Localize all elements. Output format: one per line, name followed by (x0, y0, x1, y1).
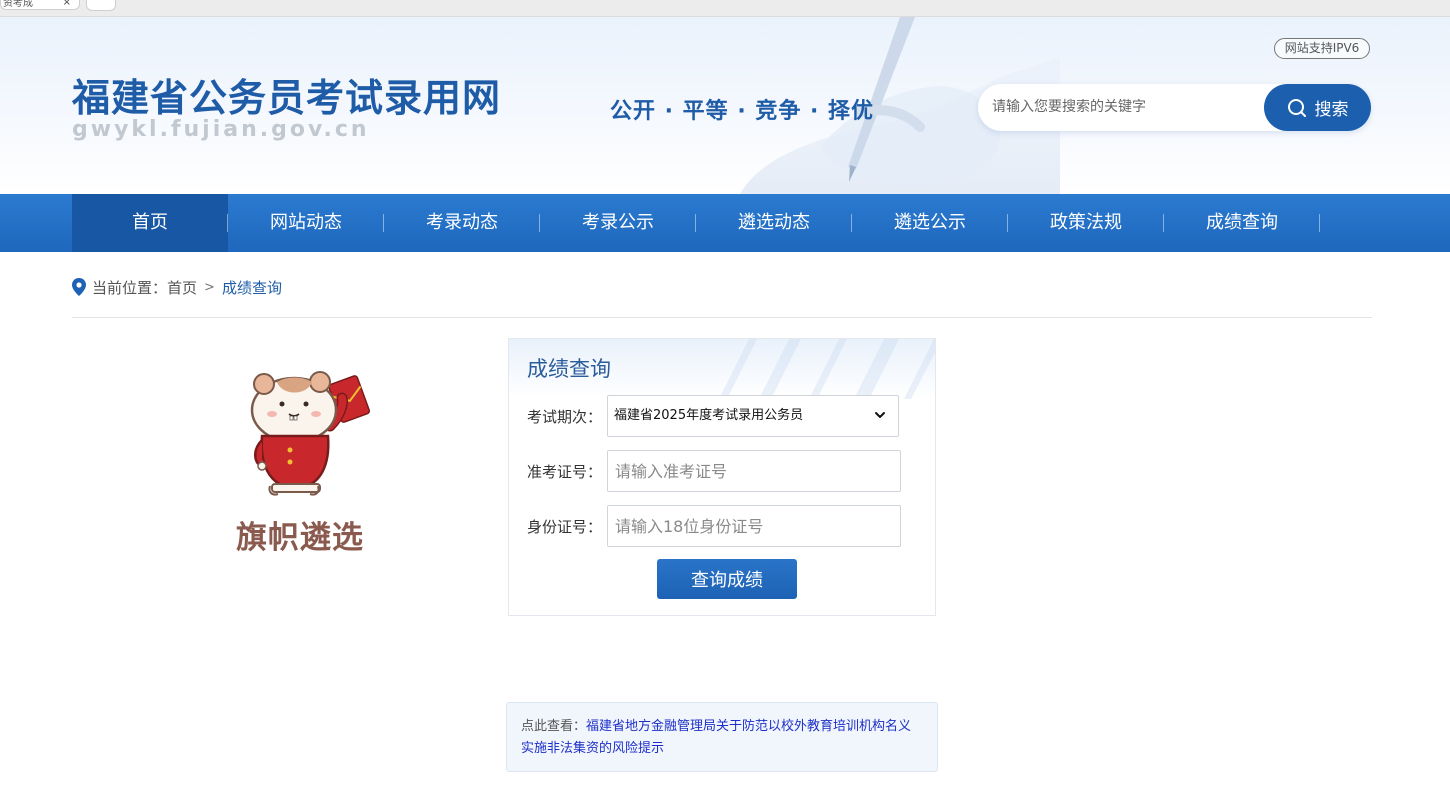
breadcrumb-separator: > (204, 279, 215, 295)
panel-stripes-decoration (719, 339, 935, 399)
browser-new-tab-button[interactable] (86, 0, 116, 11)
score-query-panel: 成绩查询 考试期次： 福建省2025年度考试录用公务员 准考证号： 身份证号： … (508, 338, 936, 616)
id-number-label: 身份证号： (527, 518, 603, 536)
ticket-number-label: 准考证号： (527, 463, 603, 481)
site-slogan: 公开 · 平等 · 竞争 · 择优 (610, 99, 875, 124)
nav-item-selection-news[interactable]: 遴选动态 (696, 194, 852, 252)
breadcrumb-prefix: 当前位置： (92, 278, 168, 297)
notice-prefix: 点此查看： (521, 719, 587, 734)
search-input[interactable] (992, 92, 1262, 122)
exam-period-select[interactable]: 福建省2025年度考试录用公务员 (607, 395, 899, 437)
hamster-mascot-image (250, 371, 371, 496)
divider (72, 317, 1372, 318)
browser-tab-title: 资考成 (3, 0, 33, 9)
location-pin-icon (72, 278, 86, 296)
chevron-down-icon (875, 412, 885, 418)
breadcrumb-home-link[interactable]: 首页 (167, 277, 197, 298)
id-number-input[interactable] (607, 505, 901, 547)
breadcrumb: 当前位置： 首页 > 成绩查询 (72, 276, 282, 298)
mascot-caption: 旗帜遴选 (236, 520, 364, 556)
risk-notice: 点此查看：福建省地方金融管理局关于防范以校外教育培训机构名义实施非法集资的风险提… (506, 702, 938, 772)
exam-period-label: 考试期次： (527, 408, 603, 426)
search-button-label: 搜索 (1314, 100, 1349, 120)
breadcrumb-current[interactable]: 成绩查询 (222, 277, 282, 298)
ipv6-badge: 网站支持IPV6 (1274, 38, 1370, 59)
nav-item-exam-publicity[interactable]: 考录公示 (540, 194, 696, 252)
site-title[interactable]: 福建省公务员考试录用网 (72, 67, 501, 122)
main-nav: 首页 网站动态 考录动态 考录公示 遴选动态 遴选公示 政策法规 成绩查询 (0, 194, 1450, 252)
search-button[interactable]: 搜索 (1264, 84, 1371, 131)
nav-item-home[interactable]: 首页 (72, 194, 228, 252)
nav-item-policy[interactable]: 政策法规 (1008, 194, 1164, 252)
site-header: 福建省公务员考试录用网 gwykl.fujian.gov.cn 公开 · 平等 … (0, 17, 1450, 194)
panel-title: 成绩查询 (527, 357, 611, 381)
nav-item-selection-publicity[interactable]: 遴选公示 (852, 194, 1008, 252)
close-icon[interactable]: × (63, 0, 71, 8)
browser-tab[interactable]: 资考成 × (0, 0, 80, 10)
ticket-number-input[interactable] (607, 450, 901, 492)
search-icon (1287, 98, 1306, 117)
nav-item-score-query[interactable]: 成绩查询 (1164, 194, 1320, 252)
nav-item-exam-news[interactable]: 考录动态 (384, 194, 540, 252)
site-domain: gwykl.fujian.gov.cn (72, 117, 370, 142)
nav-item-site-news[interactable]: 网站动态 (228, 194, 384, 252)
exam-period-selected: 福建省2025年度考试录用公务员 (614, 408, 804, 423)
search-box: 搜索 (978, 84, 1371, 131)
browser-tab-strip: 资考成 × (0, 0, 1450, 17)
query-score-button[interactable]: 查询成绩 (657, 559, 797, 599)
